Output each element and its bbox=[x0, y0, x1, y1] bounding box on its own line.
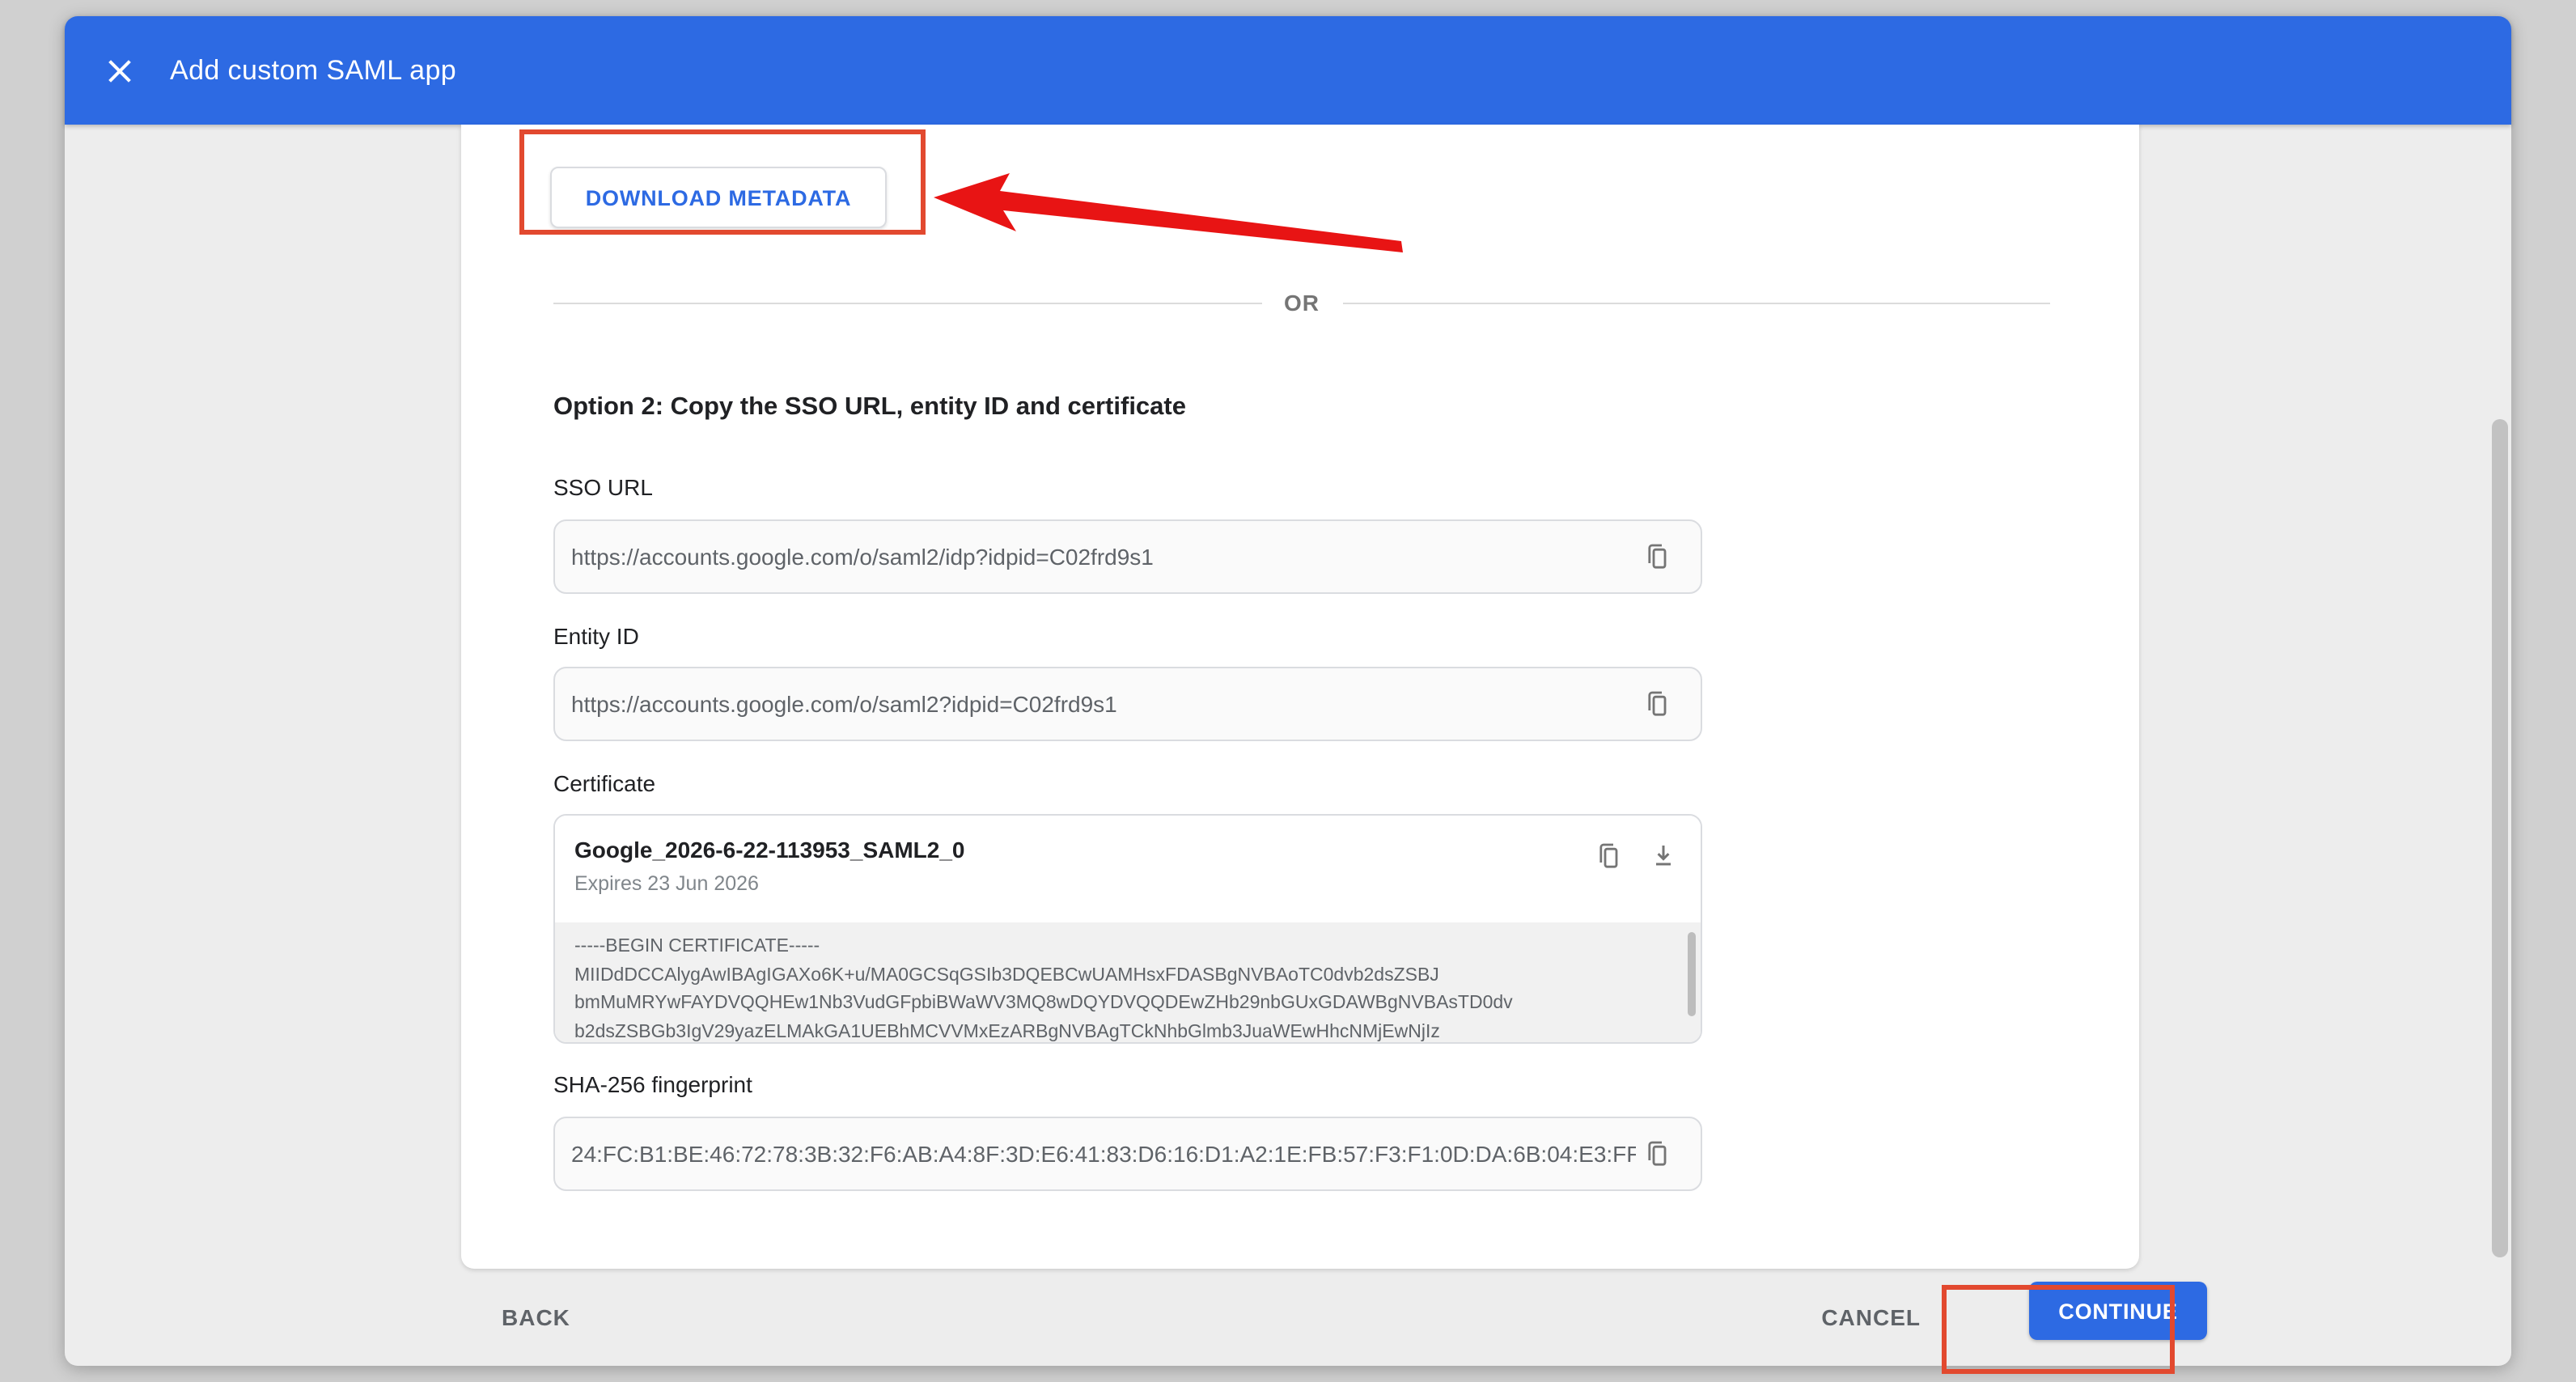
certificate-line: bmMuMRYwFAYDVQQHEw1Nb3VudGFpbiBWaWV3MQ8w… bbox=[574, 990, 1671, 1019]
sha256-label: SHA-256 fingerprint bbox=[553, 1071, 752, 1097]
continue-button[interactable]: CONTINUE bbox=[2029, 1282, 2207, 1340]
copy-icon bbox=[1644, 689, 1670, 719]
entity-id-copy-button[interactable] bbox=[1636, 683, 1678, 725]
close-icon bbox=[105, 56, 134, 85]
sso-url-copy-button[interactable] bbox=[1636, 536, 1678, 578]
or-label: OR bbox=[1261, 290, 1342, 316]
certificate-line: b2dsZSBGb3IgV29yazELMAkGA1UEBhMCVVMxEzAR… bbox=[574, 1019, 1671, 1044]
option2-heading: Option 2: Copy the SSO URL, entity ID an… bbox=[553, 393, 1186, 422]
certificate-header: Google_2026-6-22-113953_SAML2_0 Expires … bbox=[555, 816, 1701, 922]
certificate-expiry: Expires 23 Jun 2026 bbox=[574, 872, 759, 895]
certificate-scrollbar[interactable] bbox=[1688, 932, 1696, 1016]
or-divider: OR bbox=[553, 286, 2050, 319]
sha256-value: 24:FC:B1:BE:46:72:78:3B:32:F6:AB:A4:8F:3… bbox=[571, 1141, 1636, 1167]
download-icon bbox=[1650, 841, 1676, 871]
certificate-actions bbox=[1587, 835, 1684, 877]
content-card: DOWNLOAD METADATA OR Option 2: Copy the … bbox=[461, 125, 2139, 1269]
copy-icon bbox=[1644, 542, 1670, 571]
close-button[interactable] bbox=[92, 43, 147, 98]
certificate-name: Google_2026-6-22-113953_SAML2_0 bbox=[574, 837, 965, 863]
entity-id-value: https://accounts.google.com/o/saml2?idpi… bbox=[571, 691, 1636, 717]
screen: Add custom SAML app DOWNLOAD METADATA OR… bbox=[0, 0, 2576, 1382]
certificate-copy-button[interactable] bbox=[1587, 835, 1629, 877]
divider-line-right bbox=[1342, 302, 2050, 303]
add-custom-saml-app-dialog: Add custom SAML app DOWNLOAD METADATA OR… bbox=[65, 16, 2511, 1366]
certificate-line: -----BEGIN CERTIFICATE----- bbox=[574, 934, 1671, 962]
dialog-scrollbar[interactable] bbox=[2492, 419, 2508, 1257]
sso-url-value: https://accounts.google.com/o/saml2/idp?… bbox=[571, 544, 1636, 570]
divider-line-left bbox=[553, 302, 1261, 303]
certificate-card: Google_2026-6-22-113953_SAML2_0 Expires … bbox=[553, 814, 1702, 1044]
certificate-line: MIIDdDCCAlygAwIBAgIGAXo6K+u/MA0GCSqGSIb3… bbox=[574, 962, 1671, 990]
entity-id-field: https://accounts.google.com/o/saml2?idpi… bbox=[553, 667, 1702, 741]
download-metadata-button[interactable]: DOWNLOAD METADATA bbox=[550, 167, 887, 228]
certificate-download-button[interactable] bbox=[1642, 835, 1684, 877]
dialog-footer: BACK CANCEL CONTINUE bbox=[65, 1269, 2511, 1366]
entity-id-label: Entity ID bbox=[553, 623, 639, 649]
sso-url-label: SSO URL bbox=[553, 474, 653, 500]
copy-icon bbox=[1644, 1139, 1670, 1168]
copy-icon bbox=[1595, 841, 1621, 871]
sha256-copy-button[interactable] bbox=[1636, 1133, 1678, 1175]
dialog-title: Add custom SAML app bbox=[170, 54, 456, 87]
dialog-header: Add custom SAML app bbox=[65, 16, 2511, 125]
sha256-field: 24:FC:B1:BE:46:72:78:3B:32:F6:AB:A4:8F:3… bbox=[553, 1117, 1702, 1191]
cancel-button[interactable]: CANCEL bbox=[1821, 1304, 1921, 1330]
certificate-label: Certificate bbox=[553, 770, 655, 796]
back-button[interactable]: BACK bbox=[502, 1304, 570, 1330]
certificate-body: -----BEGIN CERTIFICATE----- MIIDdDCCAlyg… bbox=[555, 922, 1701, 1044]
sso-url-field: https://accounts.google.com/o/saml2/idp?… bbox=[553, 519, 1702, 594]
